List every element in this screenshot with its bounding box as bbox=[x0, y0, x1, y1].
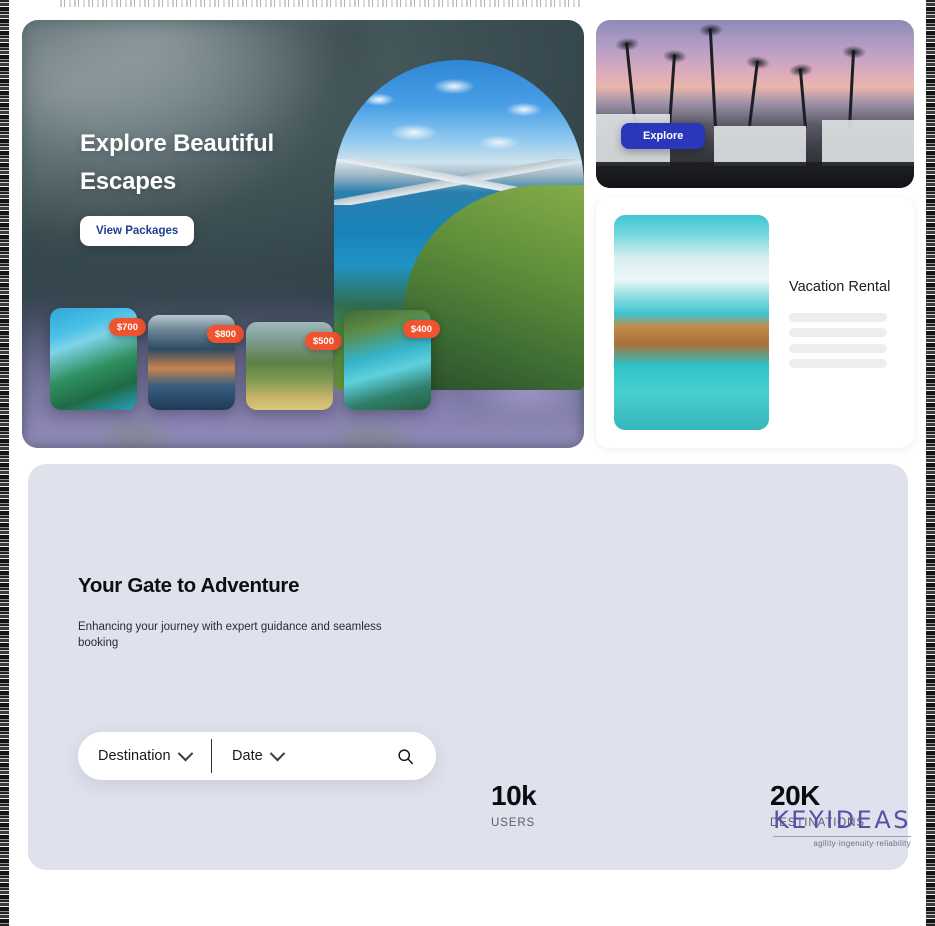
package-thumbnail[interactable]: $800 bbox=[148, 315, 244, 410]
skeleton-line bbox=[789, 328, 887, 338]
date-select[interactable]: Date bbox=[212, 745, 303, 764]
skeleton-line bbox=[789, 312, 887, 322]
resort-card: Explore bbox=[596, 20, 914, 188]
logo-tagline: agility·ingenuity·reliability bbox=[773, 836, 911, 848]
vacation-rental-body: Vacation Rental bbox=[789, 215, 896, 430]
chevron-down-icon bbox=[177, 745, 193, 761]
price-badge: $800 bbox=[206, 325, 244, 343]
search-icon[interactable] bbox=[397, 748, 414, 765]
right-edge-artifact bbox=[926, 0, 935, 926]
keyideas-logo: KEYIDEAS agility·ingenuity·reliability bbox=[773, 806, 911, 848]
date-label: Date bbox=[232, 748, 263, 764]
top-edge-artifact bbox=[60, 0, 580, 7]
hero-right-column: Explore Vacation Rental bbox=[596, 20, 914, 448]
search-bar[interactable]: Destination Date bbox=[78, 732, 436, 780]
vacation-rental-card[interactable]: Vacation Rental bbox=[596, 197, 914, 448]
hero-card: Explore Beautiful Escapes View Packages … bbox=[22, 20, 584, 448]
price-badge: $500 bbox=[304, 332, 342, 350]
slide-canvas: Explore Beautiful Escapes View Packages … bbox=[0, 8, 935, 870]
price-badge: $700 bbox=[108, 318, 146, 336]
explore-button[interactable]: Explore bbox=[621, 123, 706, 149]
hero-row: Explore Beautiful Escapes View Packages … bbox=[22, 20, 914, 448]
resort-building bbox=[822, 120, 914, 166]
package-thumbnail-strip: $700 $800 $500 $400 bbox=[50, 308, 440, 410]
resort-pool bbox=[596, 162, 914, 188]
palm-tree-icon bbox=[848, 50, 855, 129]
vacation-rental-title: Vacation Rental bbox=[789, 278, 891, 295]
skeleton-line bbox=[789, 359, 887, 369]
left-edge-artifact bbox=[0, 0, 9, 926]
stat-caption: USERS bbox=[491, 817, 536, 829]
palm-tree-icon bbox=[748, 60, 759, 127]
package-thumbnail[interactable]: $400 bbox=[344, 310, 440, 410]
hero-heading: Explore Beautiful Escapes bbox=[80, 130, 274, 195]
palm-tree-icon bbox=[798, 68, 807, 129]
chevron-down-icon bbox=[269, 745, 285, 761]
skeleton-lines bbox=[789, 312, 896, 369]
package-thumbnail[interactable]: $500 bbox=[246, 322, 342, 410]
price-badge: $400 bbox=[402, 320, 440, 338]
palm-tree-icon bbox=[708, 28, 717, 129]
stat-value: 10k bbox=[491, 780, 537, 811]
destination-label: Destination bbox=[98, 748, 171, 764]
stat-users: 10k USERS bbox=[491, 780, 537, 830]
adventure-title: Your Gate to Adventure bbox=[78, 574, 300, 597]
resort-building bbox=[714, 126, 806, 166]
package-thumbnail[interactable]: $700 bbox=[50, 308, 146, 410]
view-packages-button[interactable]: View Packages bbox=[80, 216, 195, 246]
destination-select[interactable]: Destination bbox=[78, 745, 211, 764]
adventure-subtitle: Enhancing your journey with expert guida… bbox=[78, 621, 382, 650]
skeleton-line bbox=[789, 343, 887, 353]
overwater-bungalow-photo bbox=[614, 215, 769, 430]
logo-wordmark: KEYIDEAS bbox=[773, 806, 911, 834]
